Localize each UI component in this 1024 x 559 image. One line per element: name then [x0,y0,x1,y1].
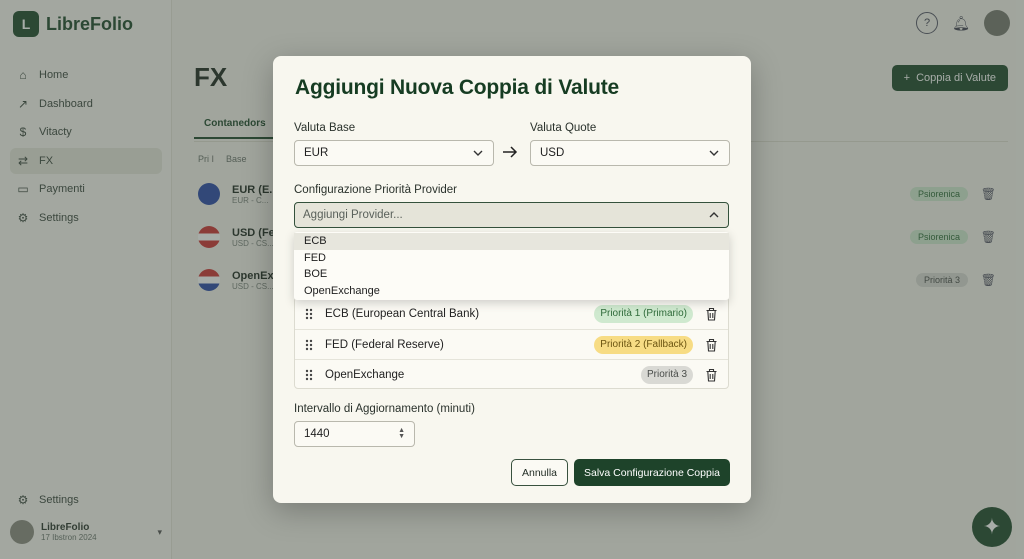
list-item[interactable]: ECB (European Central Bank) Priorità 1 (… [295,299,728,329]
provider-name: OpenExchange [325,368,405,381]
chevron-down-icon [473,150,483,156]
list-item[interactable]: FED (Federal Reserve) Priorità 2 (Fallba… [295,329,728,359]
dropdown-option-boe[interactable]: BOE [294,266,729,283]
interval-value: 1440 [304,428,330,440]
add-currency-pair-dialog: Aggiungi Nuova Coppia di Valute Valuta B… [273,56,751,503]
quote-currency-value: USD [540,147,565,159]
base-currency-value: EUR [304,147,329,159]
priority-badge: Priorità 3 [640,365,693,384]
trash-icon[interactable] [705,307,718,321]
base-currency-label: Valuta Base [294,122,356,134]
stepper-arrows-icon[interactable]: ▲ ▼ [398,427,405,440]
add-provider-combobox[interactable]: Aggiungi Provider... [294,202,729,228]
dropdown-option-ecb[interactable]: ECB [294,233,729,250]
interval-stepper[interactable]: 1440 ▲ ▼ [294,421,415,447]
trash-icon[interactable] [705,338,718,352]
list-item[interactable]: OpenExchange Priorità 3 [295,359,728,389]
chevron-down-icon [709,150,719,156]
quote-currency-label: Valuta Quote [530,122,597,134]
quote-currency-select[interactable]: USD [530,140,730,166]
provider-priority-label: Configurazione Priorità Provider [294,184,457,196]
provider-name: ECB (European Central Bank) [325,308,480,320]
priority-badge: Priorità 1 (Primario) [594,305,693,323]
priority-badge: Priorità 2 (Fallback) [594,335,693,354]
cancel-button[interactable]: Annulla [511,459,568,486]
dialog-title: Aggiungi Nuova Coppia di Valute [295,76,619,99]
arrow-right-icon [503,146,518,158]
drag-handle-icon[interactable] [305,308,313,320]
provider-dropdown: ECB FED BOE OpenExchange [294,232,729,300]
save-pair-button[interactable]: Salva Configurazione Coppia [574,459,730,486]
provider-priority-list: ECB (European Central Bank) Priorità 1 (… [294,297,729,389]
interval-label: Intervallo di Aggiornamento (minuti) [294,403,475,415]
trash-icon[interactable] [705,368,718,382]
drag-handle-icon[interactable] [305,369,313,381]
add-provider-placeholder: Aggiungi Provider... [303,209,403,221]
drag-handle-icon[interactable] [305,339,313,351]
provider-name: FED (Federal Reserve) [325,338,444,351]
dropdown-option-openexchange[interactable]: OpenExchange [294,283,729,300]
base-currency-select[interactable]: EUR [294,140,494,166]
dropdown-option-fed[interactable]: FED [294,250,729,267]
chevron-up-icon [709,212,719,218]
